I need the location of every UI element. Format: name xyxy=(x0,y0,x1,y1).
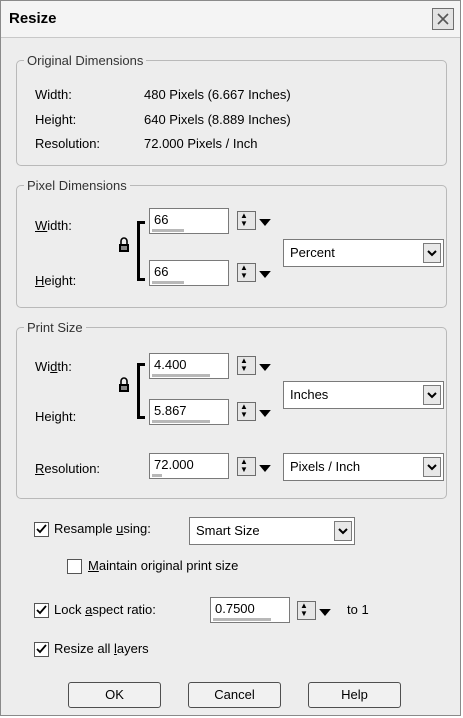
aspect-ratio-dropdown-icon[interactable] xyxy=(318,603,332,622)
aspect-ratio-input[interactable]: 0.7500 xyxy=(215,601,255,616)
pixel-height-slider[interactable] xyxy=(152,281,184,284)
original-resolution-label: Resolution: xyxy=(35,136,101,151)
chevron-down-icon xyxy=(338,528,348,535)
original-dimensions-legend: Original Dimensions xyxy=(27,53,144,68)
aspect-ratio-field[interactable]: 0.7500 xyxy=(210,597,290,623)
resize-all-layers-checkbox[interactable] xyxy=(34,642,49,657)
resolution-unit-dropdown-button[interactable] xyxy=(423,457,441,477)
aspect-ratio-slider[interactable] xyxy=(213,618,271,621)
lock-aspect-ratio-label[interactable]: Lock aspect ratio: xyxy=(54,602,156,617)
pixel-height-label: Height: xyxy=(35,273,77,288)
pixel-height-dropdown-icon[interactable] xyxy=(258,265,272,284)
print-width-dropdown-icon[interactable] xyxy=(258,358,272,377)
print-width-slider[interactable] xyxy=(152,374,210,377)
pixel-height-spinner[interactable]: ▲ ▼ xyxy=(237,263,256,282)
resample-label[interactable]: Resample using: xyxy=(54,521,151,536)
up-down-arrows-icon: ▲ ▼ xyxy=(240,356,248,373)
print-link-bracket xyxy=(137,363,145,419)
resample-method-value: Smart Size xyxy=(196,523,260,538)
print-height-input[interactable]: 5.867 xyxy=(154,403,187,418)
dialog-title: Resize xyxy=(9,10,57,27)
print-height-field[interactable]: 5.867 xyxy=(149,399,229,425)
print-height-slider[interactable] xyxy=(152,420,210,423)
pixel-height-input[interactable]: 66 xyxy=(154,264,168,279)
pixel-height-field[interactable]: 66 xyxy=(149,260,229,286)
resize-dialog: Resize Original Dimensions Width: 480 Pi… xyxy=(0,0,461,716)
resolution-dropdown-icon[interactable] xyxy=(258,459,272,478)
pixel-width-slider[interactable] xyxy=(152,229,184,232)
resample-method-dropdown-button[interactable] xyxy=(334,521,352,541)
pixel-unit-select[interactable]: Percent xyxy=(283,239,444,267)
resolution-unit-select[interactable]: Pixels / Inch xyxy=(283,453,444,481)
resolution-slider[interactable] xyxy=(152,474,162,477)
resize-all-layers-label[interactable]: Resize all layers xyxy=(54,641,149,656)
up-down-arrows-icon: ▲ ▼ xyxy=(240,263,248,280)
original-resolution-value: 72.000 Pixels / Inch xyxy=(144,136,258,151)
checkmark-icon xyxy=(36,524,47,534)
pixel-width-dropdown-icon[interactable] xyxy=(258,213,272,232)
lock-aspect-ratio-checkbox[interactable] xyxy=(34,603,49,618)
pixel-link-bracket xyxy=(137,221,145,281)
print-unit-dropdown-button[interactable] xyxy=(423,385,441,405)
resample-checkbox[interactable] xyxy=(34,522,49,537)
chevron-down-icon xyxy=(427,250,437,257)
pixel-unit-dropdown-button[interactable] xyxy=(423,243,441,263)
up-down-arrows-icon: ▲ ▼ xyxy=(240,402,248,419)
up-down-arrows-icon: ▲ ▼ xyxy=(240,211,248,228)
original-width-label: Width: xyxy=(35,87,72,102)
print-unit-select[interactable]: Inches xyxy=(283,381,444,409)
original-width-value: 480 Pixels (6.667 Inches) xyxy=(144,87,291,102)
print-lock-icon[interactable] xyxy=(118,377,130,393)
checkmark-icon xyxy=(36,605,47,615)
print-height-label: Height: xyxy=(35,409,77,424)
resolution-label: Resolution: xyxy=(35,461,101,476)
pixel-unit-value: Percent xyxy=(290,245,335,260)
help-button[interactable]: Help xyxy=(308,682,401,708)
title-bar[interactable]: Resize xyxy=(1,1,460,38)
pixel-width-field[interactable]: 66 xyxy=(149,208,229,234)
close-button[interactable] xyxy=(432,8,454,30)
maintain-print-size-checkbox[interactable] xyxy=(67,559,82,574)
print-width-input[interactable]: 4.400 xyxy=(154,357,187,372)
resolution-field[interactable]: 72.000 xyxy=(149,453,229,479)
maintain-print-size-label[interactable]: Maintain original print size xyxy=(88,558,238,573)
pixel-dimensions-legend: Pixel Dimensions xyxy=(27,178,127,193)
up-down-arrows-icon: ▲ ▼ xyxy=(240,457,248,474)
pixel-width-label: Width: xyxy=(35,218,72,233)
aspect-ratio-spinner[interactable]: ▲ ▼ xyxy=(297,601,316,620)
ok-button[interactable]: OK xyxy=(68,682,161,708)
cancel-button[interactable]: Cancel xyxy=(188,682,281,708)
pixel-width-input[interactable]: 66 xyxy=(154,212,168,227)
up-down-arrows-icon: ▲ ▼ xyxy=(300,601,308,618)
print-size-legend: Print Size xyxy=(27,320,83,335)
print-height-dropdown-icon[interactable] xyxy=(258,404,272,423)
resolution-spinner[interactable]: ▲ ▼ xyxy=(237,457,256,476)
print-height-spinner[interactable]: ▲ ▼ xyxy=(237,402,256,421)
print-width-spinner[interactable]: ▲ ▼ xyxy=(237,356,256,375)
close-x-icon xyxy=(437,13,449,25)
original-height-value: 640 Pixels (8.889 Inches) xyxy=(144,112,291,127)
chevron-down-icon xyxy=(427,464,437,471)
resolution-unit-value: Pixels / Inch xyxy=(290,459,361,474)
aspect-ratio-suffix: to 1 xyxy=(347,602,369,617)
chevron-down-icon xyxy=(427,392,437,399)
checkmark-icon xyxy=(36,644,47,654)
resolution-input[interactable]: 72.000 xyxy=(154,457,194,472)
original-height-label: Height: xyxy=(35,112,77,127)
pixel-width-spinner[interactable]: ▲ ▼ xyxy=(237,211,256,230)
resample-method-select[interactable]: Smart Size xyxy=(189,517,355,545)
pixel-lock-icon[interactable] xyxy=(118,237,130,253)
print-width-label: Width: xyxy=(35,359,72,374)
print-unit-value: Inches xyxy=(290,387,329,402)
print-width-field[interactable]: 4.400 xyxy=(149,353,229,379)
